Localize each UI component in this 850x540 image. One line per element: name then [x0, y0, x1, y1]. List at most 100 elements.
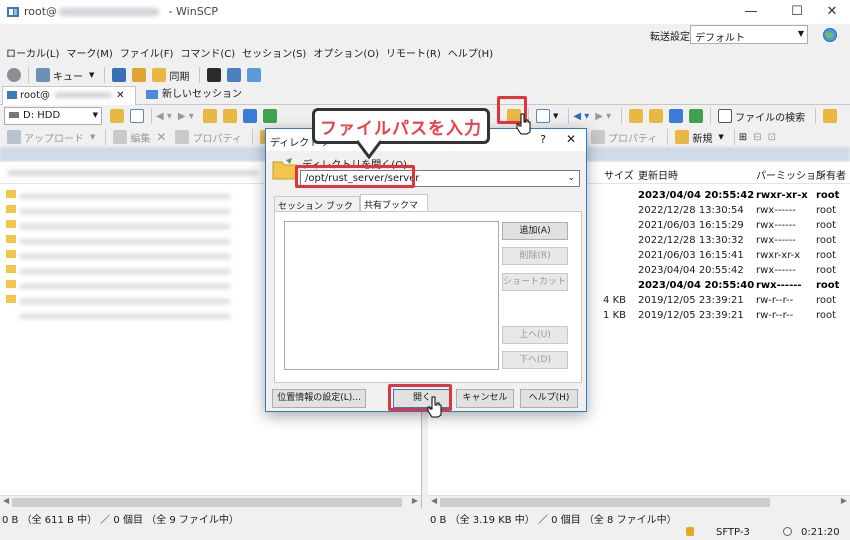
bookmarks-list[interactable]	[284, 221, 499, 370]
scroll-right-icon[interactable]: ▶	[841, 496, 847, 505]
remote-properties-label[interactable]: プロパティ	[608, 130, 657, 145]
compare-dirs-icon[interactable]	[112, 68, 127, 82]
tab-session-bookmarks[interactable]: セッション ブックマーク	[274, 196, 360, 225]
local-properties-label[interactable]: プロパティ	[192, 130, 241, 145]
local-drive-select[interactable]: D: HDD ▼	[4, 107, 102, 125]
dialog-close-button[interactable]: ✕	[566, 132, 576, 146]
upload-label[interactable]: アップロード	[24, 130, 84, 145]
tab-new-session[interactable]: 新しいセッション	[142, 86, 246, 105]
console-icon[interactable]	[207, 68, 222, 82]
scrollbar-thumb[interactable]	[440, 498, 770, 507]
menu-options[interactable]: オプション(O)	[313, 46, 379, 64]
transfer-settings-select[interactable]: デフォルト ▼	[690, 25, 808, 44]
chevron-down-icon[interactable]: ▼	[89, 71, 94, 79]
scrollbar-thumb[interactable]	[12, 498, 402, 507]
plus-icon[interactable]: ⊞	[739, 132, 747, 143]
title-host-blurred	[59, 8, 160, 16]
refresh-icon[interactable]	[689, 109, 704, 123]
menu-remote[interactable]: リモート(R)	[386, 46, 441, 64]
back-arrow-icon[interactable]: ◀ ▾	[573, 111, 589, 122]
cell-permissions: rwx------	[756, 265, 796, 276]
help-button[interactable]: ヘルプ(H)	[520, 389, 578, 408]
chevron-down-icon[interactable]: ▼	[553, 112, 558, 120]
back-arrow-icon[interactable]: ◀ ▾	[156, 111, 172, 122]
settings-gear-icon[interactable]	[7, 68, 21, 82]
scroll-right-icon[interactable]: ▶	[412, 496, 418, 505]
local-horizontal-scrollbar[interactable]: ◀ ▶	[0, 495, 421, 508]
cell-owner: root	[816, 265, 837, 276]
open-folder-icon[interactable]	[110, 109, 124, 123]
forward-arrow-icon[interactable]: ▶ ▾	[178, 111, 194, 122]
move-up-button[interactable]: 上へ(U)	[502, 326, 568, 344]
filter-icon[interactable]	[130, 109, 144, 123]
chevron-down-icon[interactable]: ▼	[90, 133, 95, 141]
new-label[interactable]: 新規	[692, 130, 712, 145]
chevron-down-icon: ▼	[92, 111, 98, 119]
tab-shared-bookmarks[interactable]: 共有ブックマーク	[360, 194, 428, 224]
menu-command[interactable]: コマンド(C)	[180, 46, 235, 64]
shortcut-button[interactable]: ショートカット(S)...	[502, 273, 568, 291]
sync-icon[interactable]	[152, 68, 167, 82]
edit-label[interactable]: 編集	[130, 130, 150, 145]
queue-label[interactable]: キュー	[53, 68, 83, 83]
properties-icon[interactable]	[175, 130, 190, 144]
globe-icon[interactable]	[822, 27, 838, 43]
scroll-left-icon[interactable]: ◀	[431, 496, 437, 505]
dialog-help-icon[interactable]: ?	[540, 133, 546, 146]
column-modified[interactable]: 更新日時	[638, 167, 678, 182]
chevron-down-icon[interactable]: ▼	[718, 133, 723, 141]
tree-icon[interactable]	[823, 109, 838, 123]
tab-session-root[interactable]: root@ ✕	[2, 86, 136, 105]
root-folder-icon[interactable]	[222, 109, 237, 123]
preferences-icon[interactable]	[247, 68, 262, 82]
session-tabs: root@ ✕ 新しいセッション	[0, 86, 850, 105]
transfer-settings-label: 転送設定	[650, 32, 690, 43]
parent-folder-icon[interactable]	[202, 109, 217, 123]
close-tab-icon[interactable]: ✕	[116, 90, 124, 101]
maximize-button[interactable]: ☐	[783, 2, 811, 22]
toolbar-separator	[733, 129, 735, 145]
location-settings-button[interactable]: 位置情報の設定(L)...	[272, 389, 366, 408]
queue-icon[interactable]	[36, 68, 50, 82]
menu-file[interactable]: ファイル(F)	[120, 46, 174, 64]
remote-horizontal-scrollbar[interactable]: ◀ ▶	[428, 495, 850, 508]
add-bookmark-button[interactable]: 追加(A)	[502, 222, 568, 240]
column-owner[interactable]: 所有者	[816, 167, 846, 182]
session-time-text: 0:21:20	[801, 527, 840, 538]
home-icon[interactable]	[669, 109, 684, 123]
delete-bookmark-button[interactable]: 削除(R)	[502, 247, 568, 265]
sync-label[interactable]: 同期	[169, 68, 189, 83]
scroll-left-icon[interactable]: ◀	[3, 496, 9, 505]
chevron-down-icon[interactable]: ⌄	[567, 173, 575, 183]
parent-folder-icon[interactable]	[629, 109, 644, 123]
cancel-button[interactable]: キャンセル	[456, 389, 514, 408]
upload-icon[interactable]	[7, 130, 21, 144]
menu-session[interactable]: セッション(S)	[242, 46, 306, 64]
move-down-button[interactable]: 下へ(D)	[502, 351, 568, 369]
home-icon[interactable]	[242, 109, 257, 123]
root-folder-icon[interactable]	[649, 109, 664, 123]
properties-icon[interactable]	[591, 130, 605, 144]
transfer-icon[interactable]	[132, 68, 147, 82]
putty-icon[interactable]	[227, 68, 242, 82]
minimize-button[interactable]: —	[737, 2, 765, 22]
column-size[interactable]: サイズ	[604, 167, 634, 182]
menu-bar: ローカル(L) マーク(M) ファイル(F) コマンド(C) セッション(S) …	[0, 46, 850, 64]
folder-icon	[6, 205, 16, 213]
menu-help[interactable]: ヘルプ(H)	[448, 46, 493, 64]
cell-modified: 2021/06/03 16:15:29	[638, 220, 744, 231]
edit-icon[interactable]	[113, 130, 128, 144]
select-icon[interactable]: ⊡	[768, 132, 776, 143]
find-files-icon[interactable]	[718, 109, 733, 123]
delete-icon[interactable]: ✕	[156, 130, 166, 144]
forward-arrow-icon[interactable]: ▶ ▾	[595, 111, 611, 122]
new-icon[interactable]	[675, 130, 690, 144]
window-title: root@ - WinSCP	[24, 5, 218, 18]
minus-icon[interactable]: ⊟	[753, 132, 761, 143]
filter-icon[interactable]	[536, 109, 550, 123]
close-window-button[interactable]: ✕	[818, 2, 846, 22]
menu-mark[interactable]: マーク(M)	[66, 46, 112, 64]
find-files-label[interactable]: ファイルの検索	[735, 109, 805, 124]
refresh-icon[interactable]	[262, 109, 277, 123]
menu-local[interactable]: ローカル(L)	[6, 46, 59, 64]
